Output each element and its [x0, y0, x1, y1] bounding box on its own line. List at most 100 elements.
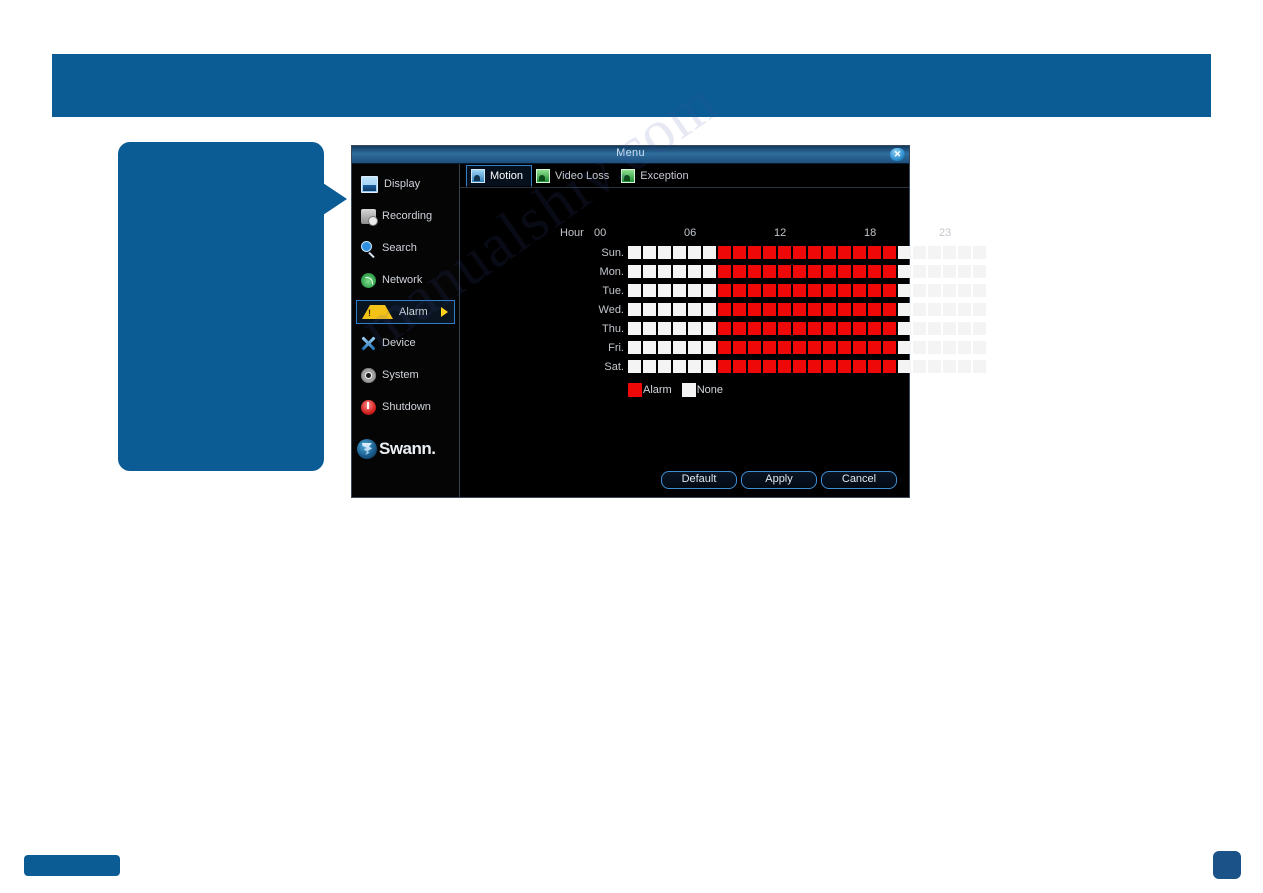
schedule-cell[interactable] [658, 265, 671, 278]
schedule-cell[interactable] [658, 246, 671, 259]
schedule-cell[interactable] [688, 360, 701, 373]
schedule-cell[interactable] [748, 265, 761, 278]
schedule-cell[interactable] [973, 246, 986, 259]
schedule-cell[interactable] [943, 322, 956, 335]
schedule-cell[interactable] [898, 360, 911, 373]
schedule-cell[interactable] [883, 360, 896, 373]
schedule-cell[interactable] [838, 360, 851, 373]
schedule-cell[interactable] [673, 303, 686, 316]
schedule-cell[interactable] [778, 341, 791, 354]
schedule-cell[interactable] [928, 246, 941, 259]
schedule-cell[interactable] [838, 284, 851, 297]
schedule-cell[interactable] [823, 265, 836, 278]
schedule-cell[interactable] [643, 322, 656, 335]
schedule-cell[interactable] [838, 341, 851, 354]
schedule-cell[interactable] [943, 341, 956, 354]
schedule-cell[interactable] [658, 341, 671, 354]
schedule-cell[interactable] [658, 360, 671, 373]
schedule-cell[interactable] [763, 284, 776, 297]
schedule-cell[interactable] [703, 284, 716, 297]
schedule-cell[interactable] [673, 360, 686, 373]
schedule-cell[interactable] [748, 284, 761, 297]
schedule-cell[interactable] [958, 341, 971, 354]
schedule-cell[interactable] [778, 284, 791, 297]
schedule-cell[interactable] [898, 284, 911, 297]
schedule-cell[interactable] [853, 246, 866, 259]
sidebar-item-recording[interactable]: Recording [356, 204, 455, 228]
schedule-cell[interactable] [703, 303, 716, 316]
schedule-cell[interactable] [763, 265, 776, 278]
default-button[interactable]: Default [661, 471, 737, 489]
schedule-cell[interactable] [883, 246, 896, 259]
schedule-cell[interactable] [853, 284, 866, 297]
schedule-cell[interactable] [808, 360, 821, 373]
schedule-cell[interactable] [808, 322, 821, 335]
schedule-cell[interactable] [913, 303, 926, 316]
schedule-cell[interactable] [838, 265, 851, 278]
schedule-cell[interactable] [793, 303, 806, 316]
schedule-cell[interactable] [628, 246, 641, 259]
schedule-cell[interactable] [913, 246, 926, 259]
tab-exception[interactable]: Exception [617, 165, 696, 187]
schedule-cell[interactable] [658, 284, 671, 297]
schedule-cell[interactable] [958, 246, 971, 259]
schedule-cell[interactable] [733, 341, 746, 354]
schedule-cell[interactable] [868, 303, 881, 316]
schedule-cell[interactable] [823, 341, 836, 354]
schedule-cell[interactable] [748, 246, 761, 259]
schedule-cell[interactable] [628, 360, 641, 373]
schedule-cell[interactable] [793, 341, 806, 354]
schedule-cell[interactable] [898, 246, 911, 259]
sidebar-item-network[interactable]: Network [356, 268, 455, 292]
schedule-cell[interactable] [958, 360, 971, 373]
schedule-cell[interactable] [973, 360, 986, 373]
schedule-cell[interactable] [973, 303, 986, 316]
schedule-cell[interactable] [673, 246, 686, 259]
schedule-cell[interactable] [718, 341, 731, 354]
schedule-cell[interactable] [748, 360, 761, 373]
schedule-cell[interactable] [703, 246, 716, 259]
schedule-cell[interactable] [793, 322, 806, 335]
schedule-cell[interactable] [703, 341, 716, 354]
schedule-cell[interactable] [628, 265, 641, 278]
sidebar-item-alarm[interactable]: Alarm [356, 300, 455, 324]
schedule-cell[interactable] [883, 265, 896, 278]
schedule-cell[interactable] [943, 303, 956, 316]
schedule-cell[interactable] [823, 360, 836, 373]
schedule-cell[interactable] [958, 265, 971, 278]
schedule-cell[interactable] [643, 303, 656, 316]
cancel-button[interactable]: Cancel [821, 471, 897, 489]
schedule-cell[interactable] [718, 284, 731, 297]
schedule-cell[interactable] [973, 341, 986, 354]
apply-button[interactable]: Apply [741, 471, 817, 489]
schedule-cell[interactable] [643, 265, 656, 278]
sidebar-item-display[interactable]: Display [356, 172, 455, 196]
schedule-cell[interactable] [868, 360, 881, 373]
schedule-cell[interactable] [628, 341, 641, 354]
schedule-cell[interactable] [973, 284, 986, 297]
schedule-cell[interactable] [718, 246, 731, 259]
schedule-cell[interactable] [673, 265, 686, 278]
schedule-cell[interactable] [958, 322, 971, 335]
schedule-cell[interactable] [688, 322, 701, 335]
schedule-cell[interactable] [778, 246, 791, 259]
schedule-cell[interactable] [763, 303, 776, 316]
schedule-cell[interactable] [853, 322, 866, 335]
schedule-cell[interactable] [643, 360, 656, 373]
schedule-cell[interactable] [943, 284, 956, 297]
schedule-cell[interactable] [943, 360, 956, 373]
schedule-cell[interactable] [688, 246, 701, 259]
schedule-cell[interactable] [928, 284, 941, 297]
schedule-cell[interactable] [658, 322, 671, 335]
close-icon[interactable]: ✕ [890, 148, 905, 161]
schedule-cell[interactable] [793, 360, 806, 373]
schedule-cell[interactable] [718, 303, 731, 316]
schedule-cell[interactable] [703, 360, 716, 373]
schedule-cell[interactable] [853, 303, 866, 316]
schedule-cell[interactable] [778, 303, 791, 316]
schedule-cell[interactable] [763, 341, 776, 354]
schedule-cell[interactable] [898, 341, 911, 354]
schedule-cell[interactable] [973, 265, 986, 278]
schedule-cell[interactable] [718, 360, 731, 373]
schedule-cell[interactable] [808, 341, 821, 354]
